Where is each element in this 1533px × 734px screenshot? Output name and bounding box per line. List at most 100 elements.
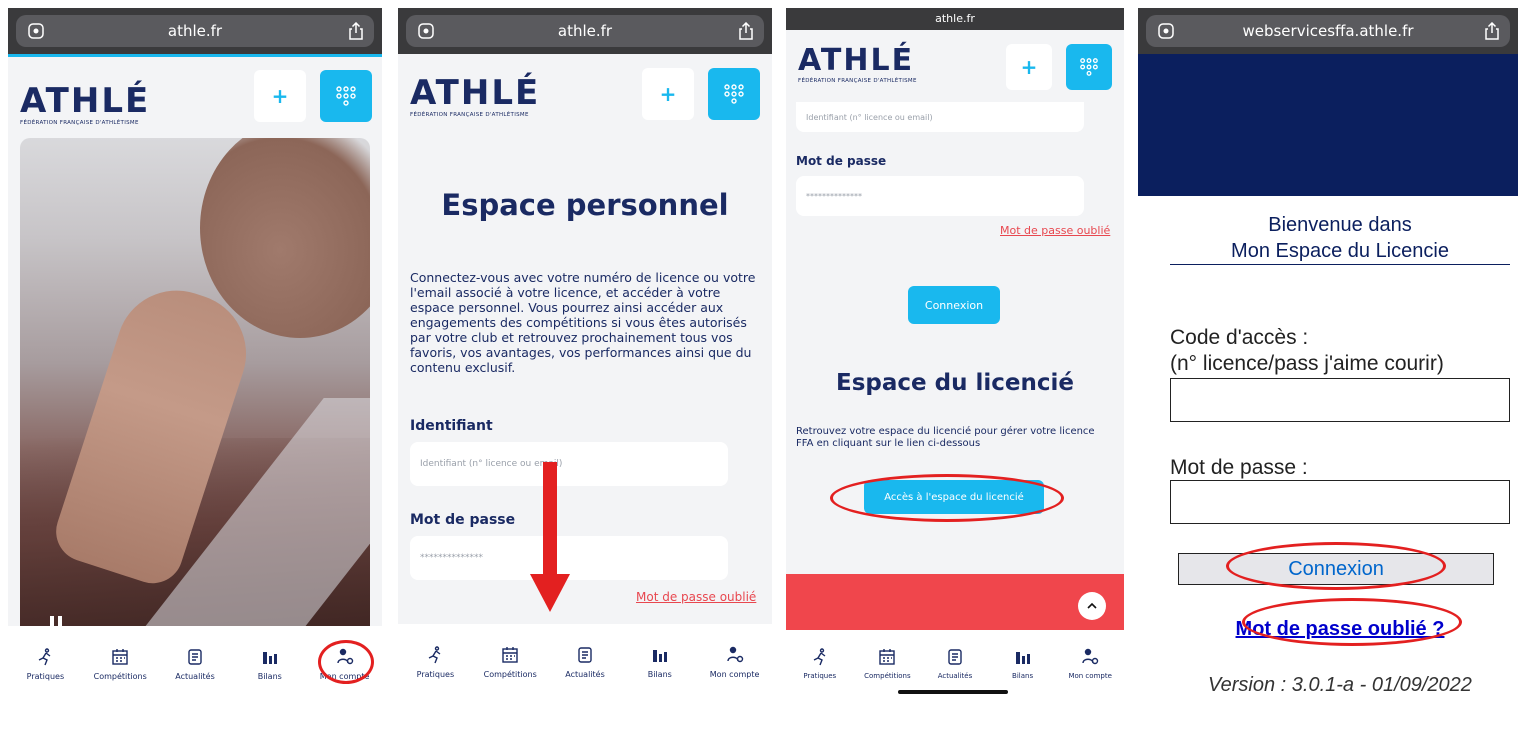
bar-chart-icon: [1015, 652, 1030, 664]
forgot-password-link[interactable]: Mot de passe oublié: [1000, 224, 1110, 237]
tab-label: Pratiques: [416, 670, 455, 679]
user-check-icon: [336, 648, 353, 665]
tab-pratiques[interactable]: Pratiques: [398, 624, 473, 705]
share-icon[interactable]: [738, 22, 754, 40]
logo-wordmark: ATHLÉ: [20, 81, 151, 121]
identifiant-placeholder: Identifiant (n° licence ou email): [806, 112, 933, 122]
tab-actualites[interactable]: Actualités: [548, 624, 623, 705]
tab-actualites[interactable]: Actualités: [158, 626, 233, 705]
hero-image-athlete-hand: [20, 138, 370, 638]
access-code-input[interactable]: [1170, 378, 1510, 422]
tab-label: Compétitions: [93, 672, 147, 681]
scroll-down-arrow-icon: [530, 462, 570, 612]
tab-label: Mon compte: [1068, 672, 1112, 680]
url-pill[interactable]: webservicesffa.athle.fr: [1146, 15, 1510, 47]
plus-button[interactable]: +: [642, 68, 694, 120]
plus-icon: +: [1020, 55, 1038, 79]
intro-paragraph: Connectez-vous avec votre numéro de lice…: [410, 270, 756, 375]
home-indicator[interactable]: [898, 690, 1008, 694]
tab-label: Bilans: [1012, 672, 1034, 680]
athle-logo[interactable]: ATHLÉ FÉDÉRATION FRANÇAISE D'ATHLÉTISME: [410, 76, 540, 118]
site-header: ATHLÉ FÉDÉRATION FRANÇAISE D'ATHLÉTISME …: [8, 54, 382, 138]
athle-logo[interactable]: ATHLÉ FÉDÉRATION FRANÇAISE D'ATHLÉTISME: [798, 46, 917, 85]
share-icon[interactable]: [1484, 22, 1500, 40]
dial-grid-icon: [724, 84, 744, 104]
athle-logo[interactable]: ATHLÉ FÉDÉRATION FRANÇAISE D'ATHLÉTISME: [20, 84, 150, 126]
menu-grid-button[interactable]: [708, 68, 760, 120]
bar-chart-icon: [652, 650, 667, 662]
plus-button[interactable]: +: [1006, 44, 1052, 90]
phone-screen-espace-personnel: athle.fr ATHLÉ FÉDÉRATION FRANÇAISE D'AT…: [398, 8, 772, 705]
tab-label: Mon compte: [319, 672, 370, 681]
identifiant-label: Identifiant: [410, 418, 493, 434]
password-input[interactable]: **************: [796, 176, 1084, 216]
browser-url-bar: athle.fr: [8, 8, 382, 54]
browser-url-bar: webservicesffa.athle.fr: [1138, 8, 1518, 54]
tab-label: Actualités: [565, 670, 605, 679]
tab-bilans[interactable]: Bilans: [622, 624, 697, 705]
news-icon: [188, 649, 202, 665]
tab-mon-compte[interactable]: Mon compte: [697, 624, 772, 705]
logo-tagline: FÉDÉRATION FRANÇAISE D'ATHLÉTISME: [798, 78, 917, 84]
forgot-password-link[interactable]: Mot de passe oublié: [636, 590, 756, 604]
licencie-section-title: Espace du licencié: [836, 370, 1074, 396]
url-pill[interactable]: athle.fr: [16, 15, 374, 47]
tab-competitions[interactable]: Compétitions: [473, 624, 548, 705]
plus-icon: +: [659, 82, 677, 106]
bar-chart-icon: [262, 652, 277, 664]
scroll-to-top-button[interactable]: [1078, 592, 1106, 620]
user-check-icon: [726, 646, 743, 663]
welcome-line-1: Bienvenue dans: [1268, 214, 1412, 236]
menu-grid-button[interactable]: [320, 70, 372, 122]
password-placeholder: **************: [806, 191, 862, 201]
url-text: athle.fr: [167, 22, 223, 40]
dial-grid-icon: [336, 86, 356, 106]
tab-mon-compte[interactable]: Mon compte: [307, 626, 382, 705]
tab-label: Actualités: [175, 672, 215, 681]
dial-grid-icon: [1080, 58, 1098, 76]
url-text: webservicesffa.athle.fr: [1242, 22, 1414, 40]
tab-competitions[interactable]: Compétitions: [83, 626, 158, 705]
logo-wordmark: ATHLÉ: [410, 73, 541, 113]
password-placeholder: **************: [420, 553, 483, 563]
forgot-password-link[interactable]: Mot de passe oublié ?: [1170, 618, 1510, 641]
calendar-icon: [502, 647, 518, 663]
identifiant-input[interactable]: Identifiant (n° licence ou email): [796, 102, 1084, 132]
licencie-description: Retrouvez votre espace du licencié pour …: [796, 426, 1095, 449]
browser-url-bar-compact[interactable]: athle.fr: [786, 8, 1124, 30]
url-pill[interactable]: athle.fr: [406, 15, 764, 47]
user-check-icon: [1082, 648, 1099, 665]
plus-button[interactable]: +: [254, 70, 306, 122]
tab-label: Compétitions: [483, 670, 537, 679]
runner-icon: [813, 648, 826, 666]
news-icon: [578, 647, 592, 663]
tab-pratiques[interactable]: Pratiques: [786, 630, 854, 705]
password-input[interactable]: [1170, 480, 1510, 524]
page-title: Espace personnel: [441, 188, 729, 222]
menu-grid-button[interactable]: [1066, 44, 1112, 90]
tab-mon-compte[interactable]: Mon compte: [1056, 630, 1124, 705]
title-divider: [1170, 264, 1510, 265]
url-text: athle.fr: [935, 12, 975, 25]
tab-label: Bilans: [647, 670, 672, 679]
connexion-button[interactable]: Connexion: [908, 286, 1000, 324]
access-licencie-button[interactable]: Accès à l'espace du licencié: [864, 480, 1044, 514]
runner-icon: [429, 646, 441, 664]
welcome-line-2: Mon Espace du Licencie: [1231, 240, 1449, 262]
calendar-icon: [112, 649, 128, 665]
share-icon[interactable]: [348, 22, 364, 40]
connexion-button[interactable]: Connexion: [1178, 553, 1494, 585]
calendar-icon: [879, 649, 896, 665]
tab-bilans[interactable]: Bilans: [232, 626, 307, 705]
legacy-header-banner: [1138, 54, 1518, 196]
access-code-label: Code d'accès :: [1170, 326, 1309, 349]
connexion-label: Connexion: [1288, 558, 1384, 580]
site-header: ATHLÉ FÉDÉRATION FRANÇAISE D'ATHLÉTISME …: [398, 54, 772, 138]
password-label: Mot de passe: [796, 154, 887, 168]
logo-tagline: FÉDÉRATION FRANÇAISE D'ATHLÉTISME: [410, 112, 529, 118]
password-label: Mot de passe :: [1170, 456, 1308, 479]
chevron-up-icon: [1087, 602, 1097, 609]
phone-screen-espace-licencie: athle.fr ATHLÉ FÉDÉRATION FRANÇAISE D'AT…: [786, 8, 1124, 705]
tab-pratiques[interactable]: Pratiques: [8, 626, 83, 705]
password-label: Mot de passe: [410, 512, 516, 528]
